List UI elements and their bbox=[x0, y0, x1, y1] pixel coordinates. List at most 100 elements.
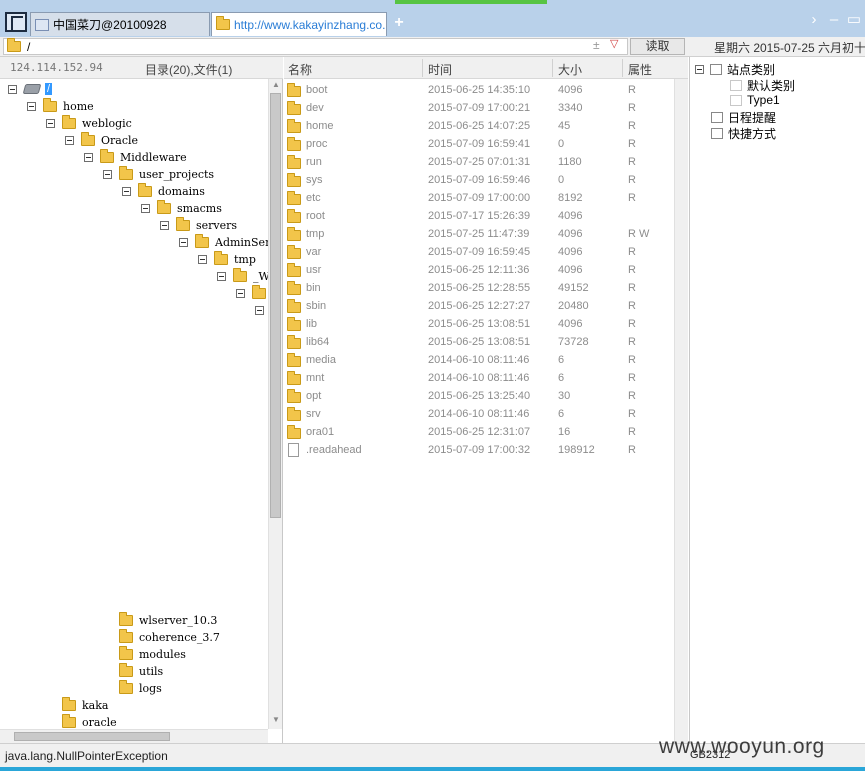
tree-node[interactable]: domains bbox=[122, 182, 205, 199]
minimize-icon[interactable]: – bbox=[826, 10, 842, 30]
tree-node[interactable]: / bbox=[8, 81, 53, 97]
scroll-up-icon[interactable]: ▲ bbox=[271, 80, 281, 92]
tree-node[interactable]: utils bbox=[119, 662, 163, 679]
tree-node[interactable]: weblogic bbox=[46, 114, 132, 131]
tree-node[interactable]: home bbox=[27, 97, 94, 114]
tree-node[interactable]: logs bbox=[119, 679, 162, 696]
file-row[interactable]: boot 2015-06-25 14:35:10 4096 R bbox=[284, 81, 688, 99]
file-time: 2015-06-25 13:08:51 bbox=[428, 336, 531, 348]
tab-local[interactable]: 中国菜刀@20100928 bbox=[30, 12, 210, 36]
collapse-toggle-icon[interactable] bbox=[179, 237, 188, 247]
tree-node[interactable]: coherence_3.7 bbox=[119, 628, 220, 645]
file-row[interactable]: tmp 2015-07-25 11:47:39 4096 R W bbox=[284, 225, 688, 243]
file-row[interactable]: run 2015-07-25 07:01:31 1180 R bbox=[284, 153, 688, 171]
file-row[interactable]: var 2015-07-09 16:59:45 4096 R bbox=[284, 243, 688, 261]
file-row[interactable]: home 2015-06-25 14:07:25 45 R bbox=[284, 117, 688, 135]
tree-node[interactable]: wlserver_10.3 bbox=[119, 611, 217, 628]
collapse-toggle-icon[interactable] bbox=[141, 203, 150, 213]
folder-icon bbox=[195, 233, 209, 248]
collapse-toggle-icon[interactable] bbox=[160, 220, 169, 230]
tree-node[interactable]: smacms bbox=[141, 199, 222, 216]
tree-node[interactable]: Middleware bbox=[84, 148, 187, 165]
read-button[interactable]: 读取 bbox=[630, 38, 685, 55]
sidebar-item[interactable]: Type1 bbox=[730, 93, 780, 107]
file-name: opt bbox=[306, 390, 322, 402]
file-row[interactable]: lib 2015-06-25 13:08:51 4096 R bbox=[284, 315, 688, 333]
collapse-toggle-icon[interactable] bbox=[122, 186, 131, 196]
next-tab-icon[interactable]: › bbox=[806, 10, 822, 30]
chevron-down-icon[interactable]: ▽ bbox=[610, 37, 618, 50]
tree-node[interactable]: tmp bbox=[198, 250, 256, 267]
tree-node[interactable]: user_projects bbox=[103, 165, 214, 182]
column-time[interactable]: 时间 bbox=[428, 61, 452, 78]
app-menu-button[interactable] bbox=[5, 12, 27, 32]
path-input[interactable]: / bbox=[3, 38, 628, 55]
sidebar-item[interactable]: 快捷方式 bbox=[711, 125, 776, 142]
sidebar-item[interactable]: 日程提醒 bbox=[711, 109, 776, 126]
file-name: mnt bbox=[306, 372, 325, 384]
tree-node[interactable] bbox=[236, 284, 268, 301]
tree-node[interactable]: modules bbox=[119, 645, 186, 662]
folder-icon bbox=[119, 611, 133, 626]
collapse-toggle-icon[interactable] bbox=[695, 65, 704, 74]
folder-icon bbox=[81, 131, 95, 146]
column-divider[interactable] bbox=[552, 59, 553, 77]
new-tab-button[interactable]: + bbox=[392, 13, 406, 33]
collapse-toggle-icon[interactable] bbox=[27, 101, 36, 111]
scroll-down-icon[interactable]: ▼ bbox=[271, 715, 281, 727]
collapse-toggle-icon[interactable] bbox=[198, 254, 207, 264]
tree-node[interactable]: Oracle bbox=[65, 131, 138, 148]
tree-vertical-scrollbar[interactable]: ▲ ▼ bbox=[268, 79, 282, 729]
tree-node[interactable] bbox=[255, 302, 268, 318]
collapse-toggle-icon[interactable] bbox=[46, 118, 55, 128]
column-divider[interactable] bbox=[622, 59, 623, 77]
folder-icon bbox=[287, 335, 301, 349]
file-row[interactable]: proc 2015-07-09 16:59:41 0 R bbox=[284, 135, 688, 153]
scroll-thumb[interactable] bbox=[14, 732, 170, 741]
scroll-thumb[interactable] bbox=[270, 93, 281, 518]
collapse-toggle-icon[interactable] bbox=[255, 305, 264, 315]
tree-node[interactable]: kaka bbox=[62, 696, 108, 713]
column-name[interactable]: 名称 bbox=[288, 61, 312, 78]
file-row[interactable]: usr 2015-06-25 12:11:36 4096 R bbox=[284, 261, 688, 279]
file-row[interactable]: root 2015-07-17 15:26:39 4096 bbox=[284, 207, 688, 225]
tab-site[interactable]: http://www.kakayinzhang.co... bbox=[211, 12, 387, 36]
folder-icon bbox=[287, 191, 301, 205]
collapse-toggle-icon[interactable] bbox=[236, 288, 245, 298]
file-time: 2015-06-25 14:07:25 bbox=[428, 120, 531, 132]
file-row[interactable]: ora01 2015-06-25 12:31:07 16 R bbox=[284, 423, 688, 441]
column-divider[interactable] bbox=[422, 59, 423, 77]
collapse-toggle-icon[interactable] bbox=[84, 152, 93, 162]
file-row[interactable]: etc 2015-07-09 17:00:00 8192 R bbox=[284, 189, 688, 207]
tree-label: _WI bbox=[253, 269, 268, 283]
file-list-scrollbar[interactable] bbox=[674, 79, 688, 743]
collapse-toggle-icon[interactable] bbox=[8, 84, 17, 94]
file-row[interactable]: media 2014-06-10 08:11:46 6 R bbox=[284, 351, 688, 369]
tree-node[interactable]: oracle bbox=[62, 713, 117, 729]
collapse-toggle-icon[interactable] bbox=[65, 135, 74, 145]
tree-horizontal-scrollbar[interactable] bbox=[0, 729, 268, 743]
maximize-icon[interactable]: ▭ bbox=[846, 10, 862, 30]
tree-node[interactable]: AdminServ bbox=[179, 233, 268, 250]
file-row[interactable]: dev 2015-07-09 17:00:21 3340 R bbox=[284, 99, 688, 117]
file-row[interactable]: sbin 2015-06-25 12:27:27 20480 R bbox=[284, 297, 688, 315]
column-size[interactable]: 大小 bbox=[558, 61, 582, 78]
tree-label: servers bbox=[196, 218, 238, 232]
tree-node[interactable]: servers bbox=[160, 216, 238, 233]
collapse-toggle-icon[interactable] bbox=[217, 271, 226, 281]
file-row[interactable]: sys 2015-07-09 16:59:46 0 R bbox=[284, 171, 688, 189]
tree-node[interactable]: _WI bbox=[217, 267, 268, 284]
sidebar-item[interactable]: 站点类别 bbox=[695, 61, 775, 78]
file-size: 4096 bbox=[558, 210, 583, 222]
file-row[interactable]: bin 2015-06-25 12:28:55 49152 R bbox=[284, 279, 688, 297]
file-name: usr bbox=[306, 264, 322, 276]
file-row[interactable]: .readahead 2015-07-09 17:00:32 198912 R bbox=[284, 441, 688, 459]
column-attr[interactable]: 属性 bbox=[628, 61, 652, 78]
file-row[interactable]: lib64 2015-06-25 13:08:51 73728 R bbox=[284, 333, 688, 351]
sidebar-item[interactable]: 默认类别 bbox=[730, 77, 795, 94]
file-row[interactable]: srv 2014-06-10 08:11:46 6 R bbox=[284, 405, 688, 423]
file-row[interactable]: opt 2015-06-25 13:25:40 30 R bbox=[284, 387, 688, 405]
collapse-toggle-icon[interactable] bbox=[103, 169, 112, 179]
file-row[interactable]: mnt 2014-06-10 08:11:46 6 R bbox=[284, 369, 688, 387]
bookmark-icon[interactable]: ± bbox=[593, 38, 600, 52]
